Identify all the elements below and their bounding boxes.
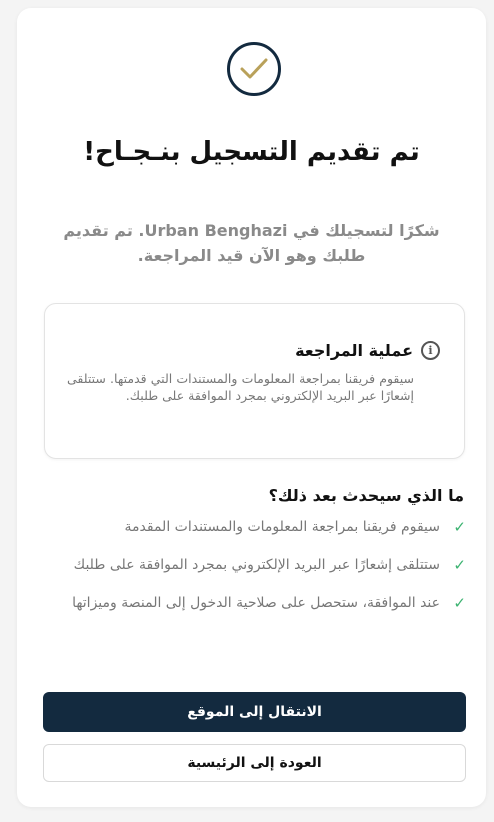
review-process-box: i عملية المراجعة سيقوم فريقنا بمراجعة ال… xyxy=(44,303,465,459)
list-item: ✓ عند الموافقة، ستحصل على صلاحية الدخول … xyxy=(52,590,466,616)
step-text: ستتلقى إشعارًا عبر البريد الإلكتروني بمج… xyxy=(73,557,440,573)
step-text: سيقوم فريقنا بمراجعة المعلومات والمستندا… xyxy=(124,519,440,535)
review-header: i عملية المراجعة xyxy=(295,341,440,360)
back-home-button[interactable]: العودة إلى الرئيسية xyxy=(43,744,466,782)
next-steps-list: ✓ سيقوم فريقنا بمراجعة المعلومات والمستن… xyxy=(52,514,466,628)
review-title: عملية المراجعة xyxy=(295,341,413,360)
check-icon: ✓ xyxy=(453,556,466,574)
success-check-icon xyxy=(227,42,281,96)
check-icon: ✓ xyxy=(453,518,466,536)
go-to-site-button[interactable]: الانتقال إلى الموقع xyxy=(43,692,466,732)
list-item: ✓ ستتلقى إشعارًا عبر البريد الإلكتروني ب… xyxy=(52,552,466,578)
step-text: عند الموافقة، ستحصل على صلاحية الدخول إل… xyxy=(72,595,440,611)
info-icon: i xyxy=(421,341,440,360)
review-description: سيقوم فريقنا بمراجعة المعلومات والمستندا… xyxy=(67,371,414,403)
page-title: تم تقديم التسجيل بنـجـاح! xyxy=(83,137,420,167)
list-item: ✓ سيقوم فريقنا بمراجعة المعلومات والمستن… xyxy=(52,514,466,540)
next-steps-heading: ما الذي سيحدث بعد ذلك؟ xyxy=(268,486,464,505)
page-subtitle: شكرًا لتسجيلك في Urban Benghazi. تم تقدي… xyxy=(63,221,440,265)
registration-success-card: تم تقديم التسجيل بنـجـاح! شكرًا لتسجيلك … xyxy=(17,8,486,807)
check-icon: ✓ xyxy=(453,594,466,612)
